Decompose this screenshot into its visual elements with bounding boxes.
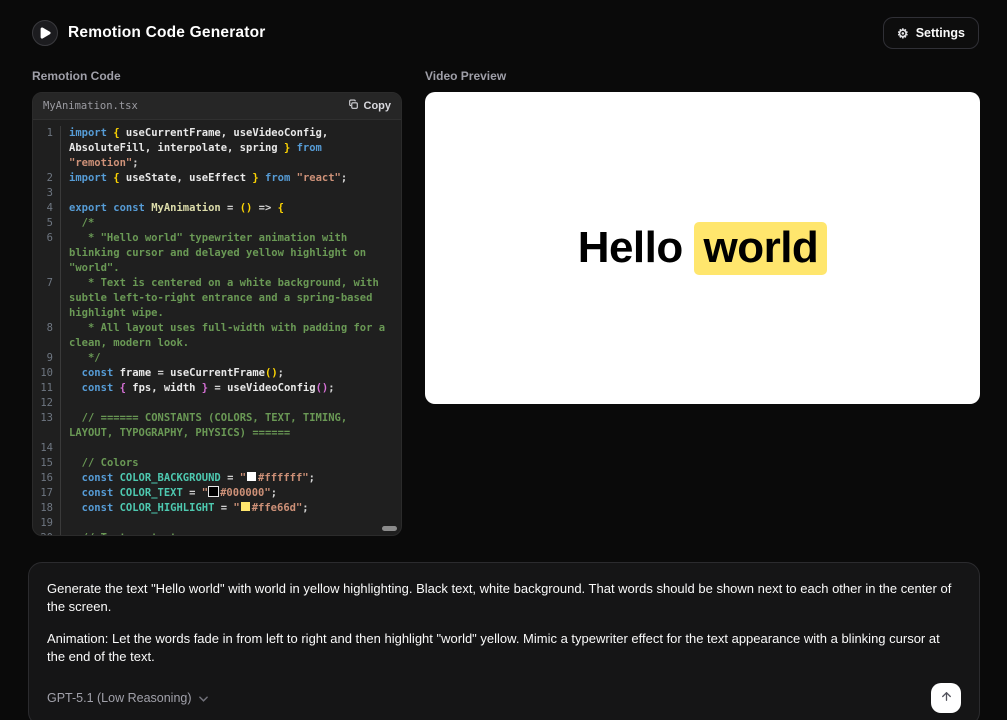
prompt-paragraph: Animation: Let the words fade in from le… [47,630,961,665]
code-line: 19 [33,516,391,531]
video-preview: Hello world [425,92,980,404]
code-line: 20 // Text content [33,531,391,535]
settings-button-label: Settings [916,26,965,40]
model-selector-label: GPT-5.1 (Low Reasoning) [47,691,192,705]
code-lines[interactable]: 1import { useCurrentFrame, useVideoConfi… [33,120,401,535]
prompt-footer: GPT-5.1 (Low Reasoning) [47,683,961,713]
copy-button[interactable]: Copy [348,99,392,113]
code-line: 16 const COLOR_BACKGROUND = "#ffffff"; [33,471,391,486]
code-line: 14 [33,441,391,456]
color-swatch [247,472,256,481]
code-line: 17 const COLOR_TEXT = "#000000"; [33,486,391,501]
arrow-up-icon [940,690,953,706]
page-title: Remotion Code Generator [68,24,266,42]
preview-text: Hello world [578,223,828,273]
editor-filename: MyAnimation.tsx [43,100,138,112]
code-column: Remotion Code MyAnimation.tsx Copy 1impo… [32,69,402,536]
model-selector[interactable]: GPT-5.1 (Low Reasoning) [47,691,208,705]
copy-button-label: Copy [364,100,392,112]
code-line: 10 const frame = useCurrentFrame(); [33,366,391,381]
code-line: 12 [33,396,391,411]
code-line: 4export const MyAnimation = () => { [33,201,391,216]
code-panel-label: Remotion Code [32,69,402,83]
code-line: 5 /* [33,216,391,231]
code-line: 3 [33,186,391,201]
remotion-logo-icon [32,20,58,46]
code-line: 7 * Text is centered on a white backgrou… [33,276,391,321]
code-line: 8 * All layout uses full-width with padd… [33,321,391,351]
color-swatch [241,502,250,511]
gear-icon: ⚙ [897,27,909,40]
color-swatch [209,487,218,496]
code-line: 18 const COLOR_HIGHLIGHT = "#ffe66d"; [33,501,391,516]
copy-icon [348,99,359,113]
preview-panel-label: Video Preview [425,69,980,83]
prompt-box: Generate the text "Hello world" with wor… [28,562,980,720]
scrollbar-thumb[interactable] [382,526,397,531]
editor-header: MyAnimation.tsx Copy [33,93,401,120]
main-content: Remotion Code MyAnimation.tsx Copy 1impo… [0,61,1007,536]
code-line: 6 * "Hello world" typewriter animation w… [33,231,391,276]
settings-button[interactable]: ⚙ Settings [883,17,979,49]
send-button[interactable] [931,683,961,713]
code-line: 11 const { fps, width } = useVideoConfig… [33,381,391,396]
code-line: 1import { useCurrentFrame, useVideoConfi… [33,126,391,171]
preview-text-plain: Hello [578,223,695,272]
code-line: 9 */ [33,351,391,366]
code-line: 13 // ====== CONSTANTS (COLORS, TEXT, TI… [33,411,391,441]
preview-column: Video Preview Hello world [425,69,980,404]
code-editor: MyAnimation.tsx Copy 1import { useCurren… [32,92,402,536]
prompt-paragraph: Generate the text "Hello world" with wor… [47,580,961,615]
app-header: Remotion Code Generator ⚙ Settings [0,0,1007,61]
preview-text-highlighted: world [694,222,827,275]
chevron-down-icon [199,691,208,705]
prompt-input[interactable]: Generate the text "Hello world" with wor… [47,580,961,665]
code-line: 2import { useState, useEffect } from "re… [33,171,391,186]
code-line: 15 // Colors [33,456,391,471]
